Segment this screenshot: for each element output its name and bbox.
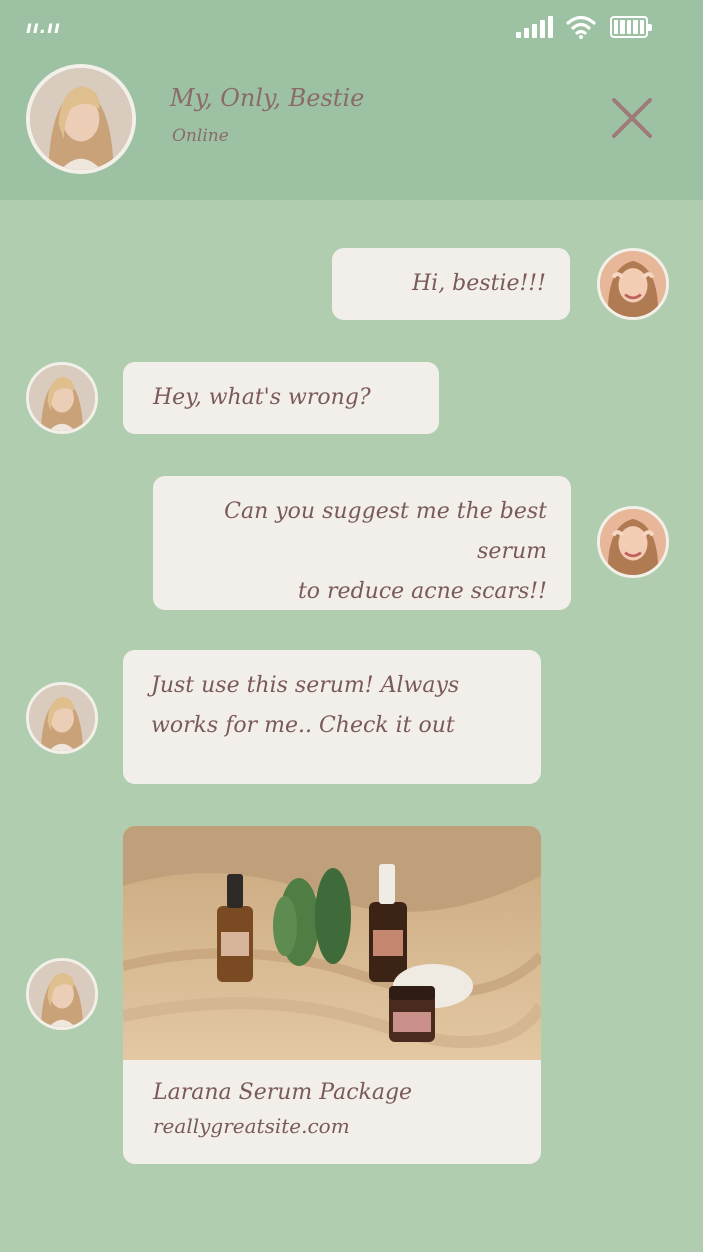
serum-product-photo[interactable] — [123, 826, 541, 1060]
message-text: Hey, what's wrong? — [153, 385, 371, 410]
contact-avatar[interactable] — [26, 682, 98, 754]
signal-icon — [516, 16, 554, 38]
user-avatar[interactable] — [597, 248, 669, 320]
message-bubble-received: Hey, what's wrong? — [123, 362, 439, 434]
message-text: to reduce acne scars!! — [297, 579, 547, 604]
online-status: Online — [172, 126, 229, 146]
carrier-indicator: ıı.ıı — [26, 18, 61, 38]
blonde-woman-photo — [29, 365, 95, 431]
blonde-woman-photo — [30, 68, 132, 170]
smiling-girl-photo — [600, 509, 666, 575]
message-text: Hi, bestie!!! — [411, 271, 546, 296]
battery-icon — [610, 16, 652, 38]
link-title[interactable]: Larana Serum Package — [153, 1080, 412, 1105]
user-avatar[interactable] — [597, 506, 669, 578]
message-bubble-sent: Hi, bestie!!! — [332, 248, 570, 320]
message-bubble-sent: Can you suggest me the best serum to red… — [153, 476, 571, 610]
message-bubble-received: Just use this serum! Always works for me… — [123, 650, 541, 784]
message-text: Just use this serum! Always — [151, 673, 460, 698]
link-url[interactable]: reallygreatsite.com — [153, 1114, 350, 1138]
wifi-icon — [566, 15, 596, 39]
message-text: Can you suggest me the best serum — [224, 499, 547, 564]
close-icon[interactable] — [608, 94, 656, 142]
contact-avatar[interactable] — [26, 362, 98, 434]
link-preview-card[interactable]: Larana Serum Package reallygreatsite.com — [123, 826, 541, 1164]
contact-avatar[interactable] — [26, 958, 98, 1030]
blonde-woman-photo — [29, 685, 95, 751]
smiling-girl-photo — [600, 251, 666, 317]
blonde-woman-photo — [29, 961, 95, 1027]
chat-header: ıı.ıı My, Only, Bestie Online — [0, 0, 703, 200]
chat-title: My, Only, Bestie — [170, 84, 365, 112]
message-text: works for me.. Check it out — [151, 713, 455, 738]
contact-avatar[interactable] — [26, 64, 136, 174]
